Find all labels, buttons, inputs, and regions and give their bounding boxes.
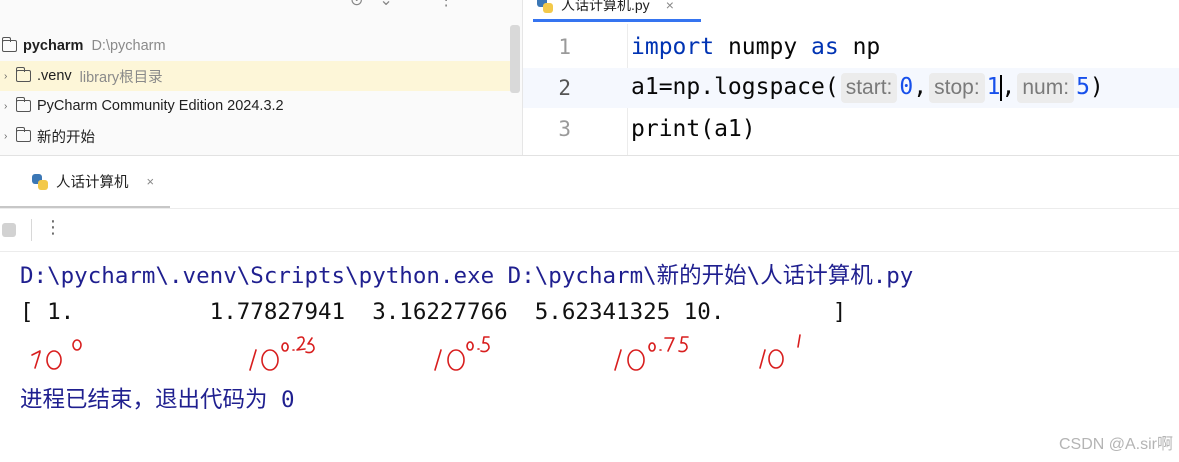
editor-tab[interactable]: 人话计算机.py × [537,0,674,18]
code-text: import numpy as np [631,34,881,60]
tree-scrollbar[interactable] [510,25,520,93]
stop-icon[interactable] [2,223,16,237]
param-hint-stop: stop: [929,73,985,103]
console-line-exit: 进程已结束，退出代码为 0 [20,387,295,413]
more-options-icon[interactable]: ⋮ [44,217,62,238]
line-number: 3 [558,117,571,141]
watermark: CSDN @A.sir啊 [1058,436,1173,453]
tree-item-label: 新的开始 [37,129,95,146]
tree-item-xindekaishi[interactable]: › 新的开始 [0,121,510,151]
chevron-right-icon[interactable]: › [4,71,16,82]
close-icon[interactable]: × [666,0,674,13]
console-line-output: [ 1. 1.77827941 3.16227766 5.62341325 10… [20,299,847,325]
tree-root-name: pycharm [23,38,84,54]
handwritten-10-pow-0.75 [614,336,689,371]
tree-item-hint: library根目录 [79,69,163,86]
run-tool-window-header: 人话计算机 × [0,155,1179,209]
folder-icon [15,97,31,112]
editor-tab-label: 人话计算机.py [561,0,650,13]
code-line-3[interactable]: 3 print(a1) [523,109,1179,149]
folder-icon [15,127,31,142]
locate-icon[interactable]: ⊙ [350,0,363,9]
code-line-2[interactable]: 2 a1=np.logspace(start: 0, stop: 1, num: 5) [523,68,1179,108]
folder-icon [1,37,17,52]
chevron-right-icon[interactable]: › [4,131,16,142]
run-toolbar: ⋮ [0,208,1179,252]
code-text: a1=np.logspace(start: 0, stop: 1, num: 5) [631,73,1104,103]
editor-tab-underline [533,19,701,22]
options-icon[interactable]: ⋮ [438,0,454,9]
folder-icon [15,67,31,82]
line-number: 2 [558,76,571,100]
tree-item-venv[interactable]: › .venv library根目录 [0,61,510,91]
chevron-right-icon[interactable]: › [4,101,16,112]
param-hint-start: start: [840,73,898,103]
handwritten-10-pow-0.25 [249,336,315,371]
code-text: print(a1) [631,116,756,142]
run-tab-label: 人话计算机 [56,175,129,191]
code-editor[interactable]: 人话计算机.py × 1 import numpy as np 2 a1=np.… [522,0,1179,155]
tree-item-label: .venv [37,68,72,84]
close-icon[interactable]: × [147,174,155,189]
project-tree-panel: ⊙ ⌄ ⌃ ⋮ pycharm D:\pycharm › .venv libra… [0,0,522,155]
param-hint-num: num: [1017,73,1075,103]
handwritten-10-pow-0.5 [434,336,490,371]
tree-toolbar: ⊙ ⌄ ⌃ ⋮ [350,0,454,9]
tree-item-label: PyCharm Community Edition 2024.3.2 [37,98,284,114]
run-tab[interactable]: 人话计算机 × [32,171,154,192]
toolbar-divider [31,219,32,241]
line-number: 1 [558,35,571,59]
tree-item-root[interactable]: pycharm D:\pycharm [0,31,510,61]
tree-item-pycharm-community[interactable]: › PyCharm Community Edition 2024.3.2 [0,91,510,121]
code-line-1[interactable]: 1 import numpy as np [523,27,1179,67]
handwritten-annotations [31,334,801,371]
handwritten-10-pow-1 [759,334,801,369]
collapse-icon[interactable]: ⌃ [409,0,422,9]
console-line-command: D:\pycharm\.venv\Scripts\python.exe D:\p… [20,263,914,289]
expand-icon[interactable]: ⌄ [379,0,392,9]
python-file-icon [537,0,553,13]
tree-root-path: D:\pycharm [91,38,166,54]
python-icon [32,173,48,190]
handwritten-10-pow-0 [31,339,82,370]
